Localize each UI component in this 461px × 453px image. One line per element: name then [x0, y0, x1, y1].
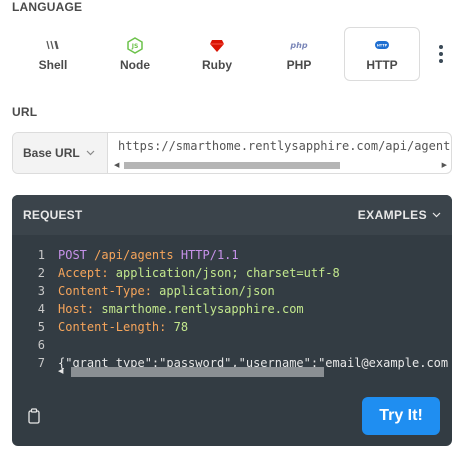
tab-ruby[interactable]: Ruby — [176, 27, 258, 81]
code-token: Accept: — [58, 266, 116, 280]
request-header: REQUEST EXAMPLES — [12, 195, 452, 235]
scroll-right-icon[interactable]: ▶ — [442, 161, 447, 169]
request-title: REQUEST — [23, 208, 83, 222]
code-token: /api/agents — [94, 248, 181, 262]
code-token: Content-Length: — [58, 320, 174, 334]
code-token: Content-Type: — [58, 284, 160, 298]
svg-text:php: php — [289, 41, 307, 50]
line-number: 5 — [37, 320, 45, 334]
tab-ruby-label: Ruby — [202, 58, 232, 72]
code-line: 3 Content-Type: application/json — [12, 282, 275, 300]
line-content: Host: smarthome.rentlysapphire.com — [58, 302, 304, 316]
code-token: HTTP/1.1 — [180, 248, 239, 262]
clipboard-icon[interactable] — [24, 406, 44, 426]
url-field[interactable]: https://smarthome.rentlysapphire.com/api… — [108, 133, 451, 173]
line-content: POST /api/agents HTTP/1.1 — [58, 248, 239, 262]
line-number: 3 — [37, 284, 45, 298]
http-icon: HTTP — [374, 36, 390, 54]
tab-node[interactable]: JS Node — [94, 27, 176, 81]
code-line: 2 Accept: application/json; charset=utf-8 — [12, 264, 340, 282]
line-number: 7 — [37, 356, 45, 370]
line-content: Accept: application/json; charset=utf-8 — [58, 266, 340, 280]
line-content: Content-Length: 78 — [58, 320, 188, 334]
code-token: application/json; charset=utf-8 — [115, 266, 340, 280]
php-icon: php — [289, 36, 309, 54]
shell-icon — [45, 36, 61, 54]
kebab-menu-icon[interactable] — [433, 27, 449, 81]
line-number: 4 — [37, 302, 45, 316]
tab-node-label: Node — [120, 58, 150, 72]
base-url-dropdown[interactable]: Base URL — [13, 133, 108, 173]
line-content: Content-Type: application/json — [58, 284, 275, 298]
examples-label: EXAMPLES — [357, 208, 427, 222]
line-number: 1 — [37, 248, 45, 262]
line-number: 6 — [37, 338, 45, 352]
chevron-down-icon — [86, 148, 95, 159]
code-line: 4 Host: smarthome.rentlysapphire.com — [12, 300, 304, 318]
code-token: POST — [58, 248, 95, 262]
request-footer: Try It! — [12, 385, 452, 446]
nodejs-icon: JS — [127, 36, 143, 54]
code-scrollbar[interactable]: ◀ ▶ — [58, 366, 452, 378]
chevron-down-icon — [432, 212, 441, 218]
language-section-title: LANGUAGE — [12, 0, 83, 14]
scroll-left-icon[interactable]: ◀ — [58, 367, 63, 375]
tab-shell-label: Shell — [38, 58, 68, 72]
tab-php-label: PHP — [286, 58, 312, 72]
examples-dropdown[interactable]: EXAMPLES — [358, 208, 441, 222]
svg-text:JS: JS — [131, 43, 139, 50]
code-token: 78 — [173, 320, 189, 334]
tab-http-label: HTTP — [366, 58, 398, 72]
tab-http[interactable]: HTTP HTTP — [344, 27, 420, 81]
code-token: smarthome.rentlysapphire.com — [101, 302, 304, 316]
tab-php[interactable]: php PHP — [258, 27, 340, 81]
code-token: application/json — [159, 284, 275, 298]
code-scroll-thumb[interactable] — [71, 367, 324, 377]
tab-shell[interactable]: Shell — [12, 27, 94, 81]
code-line: 1 POST /api/agents HTTP/1.1 — [12, 246, 239, 264]
url-scrollbar[interactable]: ◀ ▶ — [114, 160, 447, 170]
line-number: 2 — [37, 266, 45, 280]
code-line: 5 Content-Length: 78 — [12, 318, 188, 336]
code-body: 1 POST /api/agents HTTP/1.1 2 Accept: appli… — [12, 235, 452, 385]
code-token: Host: — [58, 302, 102, 316]
language-tabs: Shell JS Node Ruby php PHP HTTP HTTP — [12, 27, 449, 81]
url-value: https://smarthome.rentlysapphire.com/api… — [118, 139, 451, 153]
url-scroll-thumb[interactable] — [124, 161, 340, 169]
base-url-label: Base URL — [23, 146, 80, 160]
try-it-button[interactable]: Try It! — [362, 396, 440, 435]
url-box: Base URL https://smarthome.rentlysapphir… — [12, 132, 452, 174]
ruby-icon — [209, 36, 225, 54]
scroll-left-icon[interactable]: ◀ — [114, 161, 119, 169]
url-section-title: URL — [12, 105, 38, 119]
svg-text:HTTP: HTTP — [377, 44, 388, 48]
code-line: 6 — [12, 336, 58, 354]
request-panel: REQUEST EXAMPLES 1 POST /api/agents HTTP/… — [12, 195, 452, 446]
